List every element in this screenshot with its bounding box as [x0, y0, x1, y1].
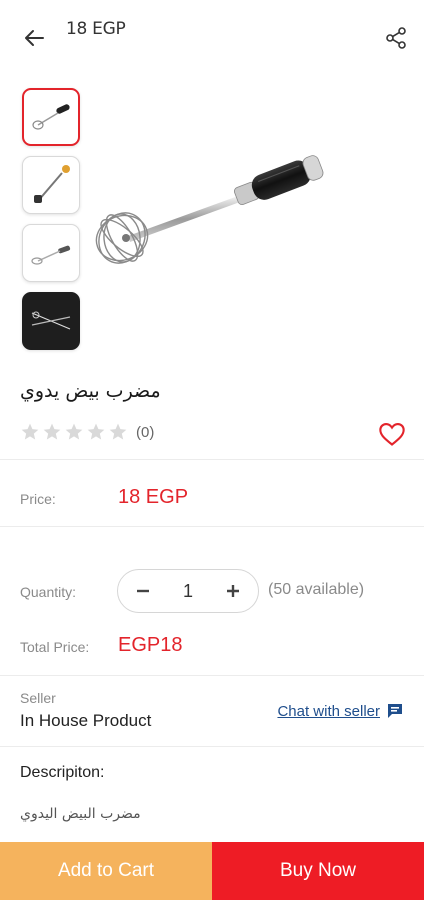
add-to-cart-button[interactable]: Add to Cart: [0, 842, 212, 900]
available-stock: (50 available): [268, 581, 365, 598]
rating-count: (0): [136, 423, 155, 441]
divider: [0, 746, 424, 747]
thumbnail-1[interactable]: [22, 88, 80, 146]
decrease-button[interactable]: [132, 580, 154, 602]
heart-icon: [379, 423, 405, 446]
quantity-stepper: 1: [117, 569, 259, 613]
whisk-thumb-icon: [31, 245, 71, 265]
thumbnail-4[interactable]: [22, 292, 80, 350]
star-empty-icon: [43, 423, 61, 440]
total-price-value: EGP18: [118, 634, 183, 656]
divider: [0, 675, 424, 676]
increase-button[interactable]: [222, 580, 244, 602]
page-title: 18 EGP: [66, 19, 126, 39]
quantity-value: 1: [182, 580, 193, 601]
product-main-image[interactable]: [88, 136, 344, 356]
whisk-image: [95, 155, 324, 264]
bottom-action-bar: Add to Cart Buy Now: [0, 842, 424, 900]
top-bar: 18 EGP: [0, 0, 424, 76]
thumbnail-3[interactable]: [22, 224, 80, 282]
whisk-thumb-icon: [32, 104, 70, 130]
description-title: Descripiton:: [20, 764, 105, 781]
wishlist-button[interactable]: [378, 420, 406, 448]
whisk-thumb-icon: [34, 165, 70, 203]
star-empty-icon: [87, 423, 105, 440]
thumbnail-list: [22, 88, 80, 360]
arrow-left-icon: [25, 30, 44, 46]
chat-icon: [388, 704, 402, 718]
chat-with-seller-label: Chat with seller: [277, 702, 380, 720]
whisk-thumb-icon: [31, 311, 71, 330]
price-value: 18 EGP: [118, 486, 189, 508]
price-label: Price:: [20, 491, 56, 507]
seller-label: Seller: [20, 690, 56, 706]
rating: (0): [20, 422, 154, 442]
star-empty-icon: [109, 423, 127, 440]
star-empty-icon: [21, 423, 39, 440]
buy-now-button[interactable]: Buy Now: [212, 842, 424, 900]
back-button[interactable]: [20, 24, 48, 52]
seller-name: In House Product: [20, 711, 152, 730]
divider: [0, 526, 424, 527]
total-price-label: Total Price:: [20, 639, 90, 655]
share-button[interactable]: [382, 24, 410, 52]
minus-icon: [137, 589, 149, 593]
product-title: مضرب بيض يدوي: [20, 380, 161, 402]
quantity-label: Quantity:: [20, 584, 77, 600]
thumbnail-2[interactable]: [22, 156, 80, 214]
description-text: مضرب البيض اليدوي: [20, 806, 141, 822]
share-icon: [386, 27, 406, 49]
plus-icon: [226, 585, 239, 597]
divider: [0, 459, 424, 460]
star-empty-icon: [65, 423, 83, 440]
chat-with-seller-link[interactable]: Chat with seller: [277, 702, 404, 720]
